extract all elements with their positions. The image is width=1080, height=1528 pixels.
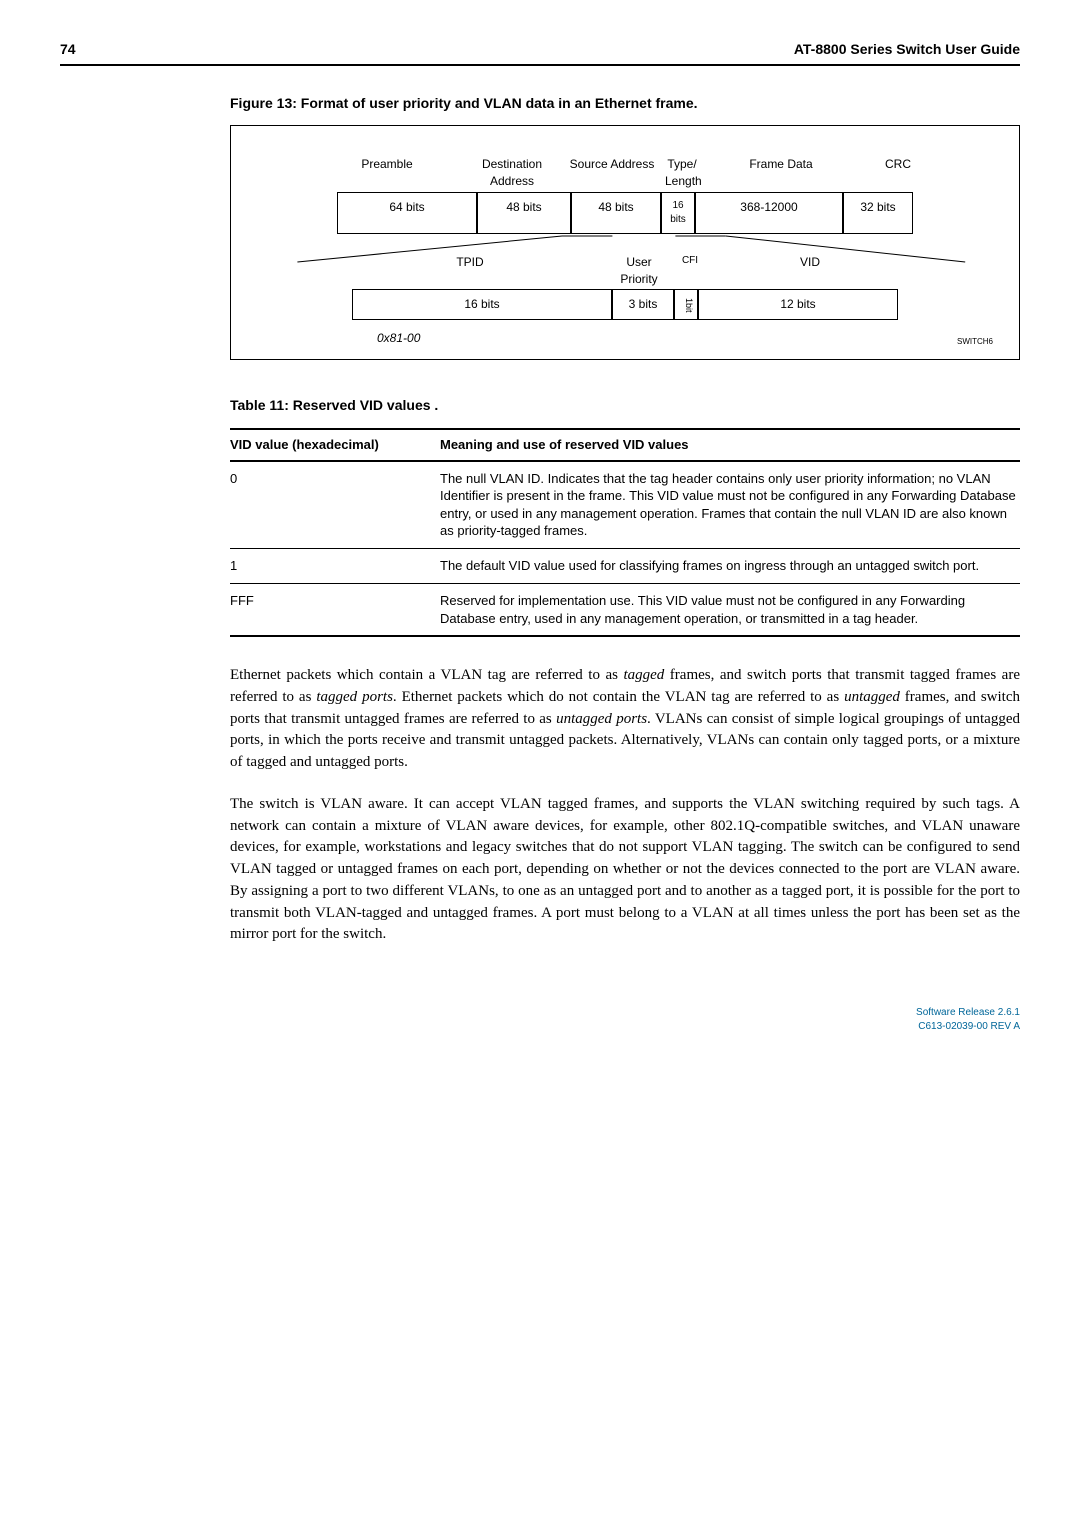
td-vid: 1 xyxy=(230,557,440,575)
td-vid: FFF xyxy=(230,592,440,627)
lbl-dest: Destination Address xyxy=(461,156,563,190)
ethernet-frame-figure: Preamble Destination Address Source Addr… xyxy=(230,125,1020,360)
p1-a: Ethernet packets which contain a VLAN ta… xyxy=(230,667,623,683)
lbl-preamble: Preamble xyxy=(313,156,461,190)
p1-b: tagged xyxy=(623,667,664,683)
th-meaning: Meaning and use of reserved VID values xyxy=(440,436,1020,454)
td-meaning: Reserved for implementation use. This VI… xyxy=(440,592,1020,627)
paragraph-1: Ethernet packets which contain a VLAN ta… xyxy=(230,665,1020,774)
th-vid-value: VID value (hexadecimal) xyxy=(230,436,440,454)
diagram-connector xyxy=(247,234,1003,254)
lbl-src: Source Address xyxy=(563,156,661,190)
figure-caption: Figure 13: Format of user priority and V… xyxy=(230,94,1020,114)
cell-cfi: 1bit xyxy=(674,289,698,320)
footer-docnum: C613-02039-00 REV A xyxy=(60,1020,1020,1034)
lbl-crc: CRC xyxy=(859,156,937,190)
p1-h: untagged ports xyxy=(556,711,647,727)
table-header-row: VID value (hexadecimal) Meaning and use … xyxy=(230,428,1020,462)
table-row: FFF Reserved for implementation use. Thi… xyxy=(230,584,1020,637)
footer-release: Software Release 2.6.1 xyxy=(60,1006,1020,1020)
guide-title: AT-8800 Series Switch User Guide xyxy=(794,40,1020,60)
p1-d: tagged ports xyxy=(316,689,393,705)
td-vid: 0 xyxy=(230,470,440,540)
switch-code: SWITCH6 xyxy=(957,336,1003,347)
cell-dest: 48 bits xyxy=(477,192,571,234)
table-row: 0 The null VLAN ID. Indicates that the t… xyxy=(230,462,1020,549)
table-row: 1 The default VID value used for classif… xyxy=(230,549,1020,584)
td-meaning: The default VID value used for classifyi… xyxy=(440,557,1020,575)
lbl-framedata: Frame Data xyxy=(703,156,859,190)
cell-preamble: 64 bits xyxy=(337,192,477,234)
table-caption: Table 11: Reserved VID values . xyxy=(230,396,1020,416)
hex-note: 0x81-00 xyxy=(247,330,420,347)
cell-type: 16 bits xyxy=(661,192,695,234)
page-number: 74 xyxy=(60,40,76,60)
paragraph-2: The switch is VLAN aware. It can accept … xyxy=(230,794,1020,946)
p1-f: untagged xyxy=(844,689,900,705)
cell-tpid: 16 bits xyxy=(352,289,612,320)
cell-framedata: 368-12000 xyxy=(695,192,843,234)
page-header: 74 AT-8800 Series Switch User Guide xyxy=(60,40,1020,66)
p1-e: . Ethernet packets which do not contain … xyxy=(393,689,844,705)
cell-vid: 12 bits xyxy=(698,289,898,320)
cell-crc: 32 bits xyxy=(843,192,913,234)
td-meaning: The null VLAN ID. Indicates that the tag… xyxy=(440,470,1020,540)
cell-userpriority: 3 bits xyxy=(612,289,674,320)
cell-src: 48 bits xyxy=(571,192,661,234)
reserved-vid-table: VID value (hexadecimal) Meaning and use … xyxy=(230,428,1020,638)
page-footer: Software Release 2.6.1 C613-02039-00 REV… xyxy=(60,1006,1020,1034)
lbl-type: Type/ Length xyxy=(661,156,703,190)
